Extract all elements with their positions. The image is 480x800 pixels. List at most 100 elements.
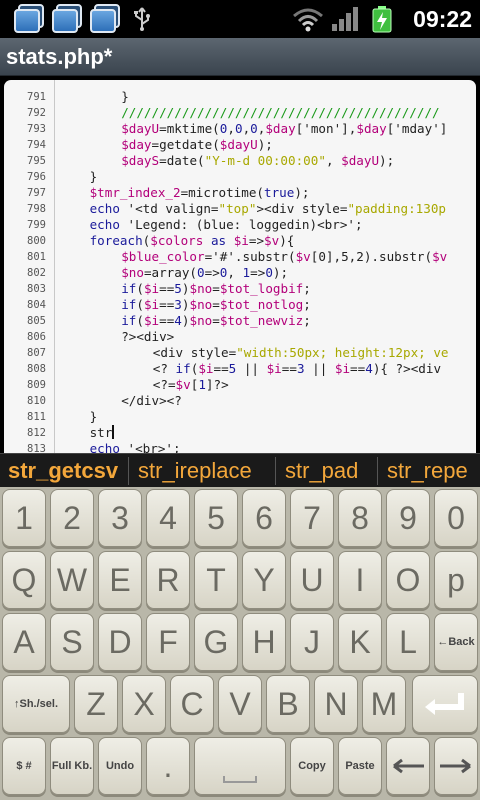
code-line[interactable]: 803 if($i==5)$no=$tot_logbif; bbox=[4, 281, 476, 297]
key-b[interactable]: B bbox=[266, 675, 310, 733]
key-h[interactable]: H bbox=[242, 613, 286, 671]
key-3[interactable]: 3 bbox=[98, 489, 142, 547]
multi-window-icon[interactable] bbox=[90, 4, 120, 34]
code-line[interactable]: 806 ?><div> bbox=[4, 329, 476, 345]
code-line[interactable]: 801 $blue_color='#'.substr($v[0],5,2).sub… bbox=[4, 249, 476, 265]
key-o[interactable]: O bbox=[386, 551, 430, 609]
code-line[interactable]: 809 <?=$v[1]?> bbox=[4, 377, 476, 393]
key-f[interactable]: F bbox=[146, 613, 190, 671]
code-line[interactable]: 802 $no=array(0=>0, 1=>0); bbox=[4, 265, 476, 281]
code-line[interactable]: 797 $tmr_index_2=microtime(true); bbox=[4, 185, 476, 201]
dot-key[interactable]: . bbox=[146, 737, 190, 795]
key-c[interactable]: C bbox=[170, 675, 214, 733]
line-number: 793 bbox=[27, 123, 46, 135]
code-line[interactable]: 794 $day=getdate($dayU); bbox=[4, 137, 476, 153]
code-lines[interactable]: 791} 792 /////////////////////////////////… bbox=[4, 89, 476, 453]
symbols-key[interactable]: $ # bbox=[2, 737, 46, 795]
key-p[interactable]: p bbox=[434, 551, 478, 609]
line-number: 808 bbox=[27, 363, 46, 375]
key-d[interactable]: D bbox=[98, 613, 142, 671]
key-l[interactable]: L bbox=[386, 613, 430, 671]
code-line[interactable]: 798 echo '<td valign="top"><div style="pa… bbox=[4, 201, 476, 217]
key-g[interactable]: G bbox=[194, 613, 238, 671]
key-e[interactable]: E bbox=[98, 551, 142, 609]
key-q[interactable]: Q bbox=[2, 551, 46, 609]
paste-key[interactable]: Paste bbox=[338, 737, 382, 795]
code-line[interactable]: 791} bbox=[4, 89, 476, 105]
code-line[interactable]: 792 /////////////////////////////////////… bbox=[4, 105, 476, 121]
space-key[interactable] bbox=[194, 737, 286, 795]
key-t[interactable]: T bbox=[194, 551, 238, 609]
code-line[interactable]: 807 <div style="width:50px; height:12px; … bbox=[4, 345, 476, 361]
code-line[interactable]: 811} bbox=[4, 409, 476, 425]
code-token: <?= bbox=[152, 377, 176, 392]
full-keyboard-key[interactable]: Full Kb. bbox=[50, 737, 94, 795]
key-u[interactable]: U bbox=[290, 551, 334, 609]
soft-keyboard: 1 2 3 4 5 6 7 8 9 0 Q W E R T Y U I Op A S D F G H J K L ←Back ↑Sh./s… bbox=[0, 487, 480, 800]
code-token: || bbox=[236, 361, 267, 376]
key-x[interactable]: X bbox=[122, 675, 166, 733]
key-7[interactable]: 7 bbox=[290, 489, 334, 547]
key-r[interactable]: R bbox=[146, 551, 190, 609]
key-w[interactable]: W bbox=[50, 551, 94, 609]
code-token: } bbox=[89, 409, 98, 424]
code-token: $blue_color bbox=[121, 249, 205, 264]
key-w-label: W bbox=[56, 561, 88, 598]
key-g-label: G bbox=[203, 623, 229, 660]
code-line[interactable]: 805 if($i==4)$no=$tot_newviz; bbox=[4, 313, 476, 329]
battery-charging-icon bbox=[372, 6, 392, 33]
key-n[interactable]: N bbox=[314, 675, 358, 733]
line-number: 804 bbox=[27, 299, 46, 311]
suggestion-item[interactable]: str_ireplace bbox=[138, 454, 252, 487]
multi-window-icon[interactable] bbox=[14, 4, 44, 34]
key-s[interactable]: S bbox=[50, 613, 94, 671]
key-i[interactable]: I bbox=[338, 551, 382, 609]
suggestion-item[interactable]: str_repe bbox=[387, 454, 468, 487]
key-9[interactable]: 9 bbox=[386, 489, 430, 547]
code-line[interactable]: 796} bbox=[4, 169, 476, 185]
code-token: =mktime( bbox=[159, 121, 220, 136]
code-token: 3 bbox=[296, 361, 305, 376]
code-line[interactable]: 813 echo '<br>'; bbox=[4, 441, 476, 453]
cursor-right-key[interactable] bbox=[434, 737, 478, 795]
code-line[interactable]: 799 echo 'Legend: (blue: loggedin)<br>'; bbox=[4, 217, 476, 233]
key-0[interactable]: 0 bbox=[434, 489, 478, 547]
key-v[interactable]: V bbox=[218, 675, 262, 733]
shift-key[interactable]: ↑Sh./sel. bbox=[2, 675, 70, 733]
code-editor[interactable]: 791} 792 /////////////////////////////////… bbox=[4, 80, 476, 453]
multi-window-icon[interactable] bbox=[52, 4, 82, 34]
key-z[interactable]: Z bbox=[74, 675, 118, 733]
key-6[interactable]: 6 bbox=[242, 489, 286, 547]
key-2[interactable]: 2 bbox=[50, 489, 94, 547]
backspace-key[interactable]: ←Back bbox=[434, 613, 478, 671]
code-line[interactable]: 808 <? if($i==5 || $i==3 || $i==4){ ?><di… bbox=[4, 361, 476, 377]
key-8[interactable]: 8 bbox=[338, 489, 382, 547]
code-line[interactable]: 810 </div><? bbox=[4, 393, 476, 409]
title-bar: stats.php* bbox=[0, 38, 480, 76]
key-a[interactable]: A bbox=[2, 613, 46, 671]
code-line[interactable]: 793 $dayU=mktime(0,0,0,$day['mon'],$day['… bbox=[4, 121, 476, 137]
key-m[interactable]: M bbox=[362, 675, 406, 733]
key-1[interactable]: 1 bbox=[2, 489, 46, 547]
key-y[interactable]: Y bbox=[242, 551, 286, 609]
key-4[interactable]: 4 bbox=[146, 489, 190, 547]
enter-key[interactable] bbox=[412, 675, 478, 733]
key-5[interactable]: 5 bbox=[194, 489, 238, 547]
code-line[interactable]: 812 str bbox=[4, 425, 476, 441]
code-text: echo '<br>'; bbox=[90, 441, 181, 453]
shift-key-label: ↑Sh./sel. bbox=[13, 698, 59, 710]
cursor-left-key[interactable] bbox=[386, 737, 430, 795]
code-text: } bbox=[90, 169, 98, 185]
code-token: $dayU bbox=[341, 153, 380, 168]
key-k[interactable]: K bbox=[338, 613, 382, 671]
code-line[interactable]: 795 $dayS=date("Y-m-d 00:00:00", $dayU); bbox=[4, 153, 476, 169]
line-number: 806 bbox=[27, 331, 46, 343]
code-line[interactable]: 800 foreach($colors as $i=>$v){ bbox=[4, 233, 476, 249]
suggestion-item[interactable]: str_getcsv bbox=[8, 454, 118, 487]
suggestion-item[interactable]: str_pad bbox=[285, 454, 358, 487]
code-token: } bbox=[121, 89, 129, 104]
code-line[interactable]: 804 if($i==3)$no=$tot_notlog; bbox=[4, 297, 476, 313]
key-j[interactable]: J bbox=[290, 613, 334, 671]
copy-key[interactable]: Copy bbox=[290, 737, 334, 795]
undo-key[interactable]: Undo bbox=[98, 737, 142, 795]
